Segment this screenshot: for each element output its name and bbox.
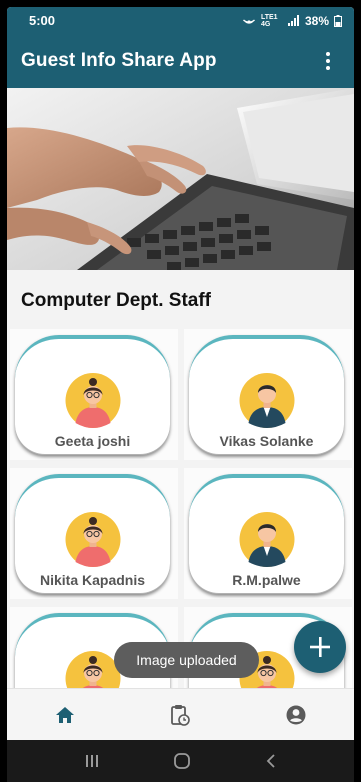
hero-image bbox=[7, 88, 354, 270]
battery-icon bbox=[334, 14, 342, 27]
home-icon bbox=[55, 706, 74, 723]
account-icon bbox=[286, 705, 306, 724]
app-bar: Guest Info Share App bbox=[7, 34, 354, 88]
female-avatar-icon bbox=[65, 373, 120, 428]
status-bar: 5:00 LTE1 4G 38% bbox=[7, 7, 354, 34]
more-options-icon[interactable] bbox=[316, 49, 340, 73]
staff-card[interactable]: R.M.palwe bbox=[189, 474, 344, 594]
staff-card-slot: Nikita Kapadnis bbox=[10, 468, 178, 599]
section-title: Computer Dept. Staff bbox=[21, 290, 211, 311]
battery-percent: 38% bbox=[304, 13, 329, 28]
nav-profile[interactable] bbox=[276, 695, 316, 735]
staff-card-slot: Geeta joshi bbox=[10, 329, 178, 460]
app-title: Guest Info Share App bbox=[21, 50, 217, 71]
status-time: 5:00 bbox=[29, 13, 56, 28]
back-icon[interactable] bbox=[264, 753, 278, 769]
nav-records[interactable] bbox=[160, 695, 200, 735]
clipboard-clock-icon bbox=[171, 704, 191, 726]
staff-name: R.M.palwe bbox=[232, 572, 301, 588]
male-avatar-icon bbox=[239, 373, 294, 428]
staff-name: Vikas Solanke bbox=[219, 433, 314, 449]
staff-card[interactable]: Geeta joshi bbox=[15, 335, 170, 455]
hotspot-icon bbox=[242, 18, 255, 24]
staff-card[interactable]: Nikita Kapadnis bbox=[15, 474, 170, 594]
toast-message: Image uploaded bbox=[114, 642, 259, 678]
recent-apps-icon[interactable] bbox=[84, 753, 100, 769]
staff-card-slot: R.M.palwe bbox=[184, 468, 352, 599]
nav-home[interactable] bbox=[45, 695, 85, 735]
laptop-typing-illustration bbox=[7, 88, 354, 270]
app-screen: 5:00 LTE1 4G 38% Guest Info Share App Co… bbox=[7, 7, 354, 782]
staff-name: Geeta joshi bbox=[54, 433, 131, 449]
system-navigation-bar bbox=[7, 740, 354, 782]
plus-icon bbox=[310, 637, 330, 657]
home-button-icon[interactable] bbox=[173, 752, 191, 770]
staff-card-slot: Vikas Solanke bbox=[184, 329, 352, 460]
staff-name: Nikita Kapadnis bbox=[39, 572, 146, 588]
bottom-navigation bbox=[7, 688, 354, 740]
signal-icon bbox=[287, 15, 299, 26]
male-avatar-icon bbox=[239, 512, 294, 567]
add-button[interactable] bbox=[294, 621, 346, 673]
female-avatar-icon bbox=[65, 512, 120, 567]
staff-card[interactable]: Vikas Solanke bbox=[189, 335, 344, 455]
network-label: LTE1 4G bbox=[260, 13, 278, 28]
